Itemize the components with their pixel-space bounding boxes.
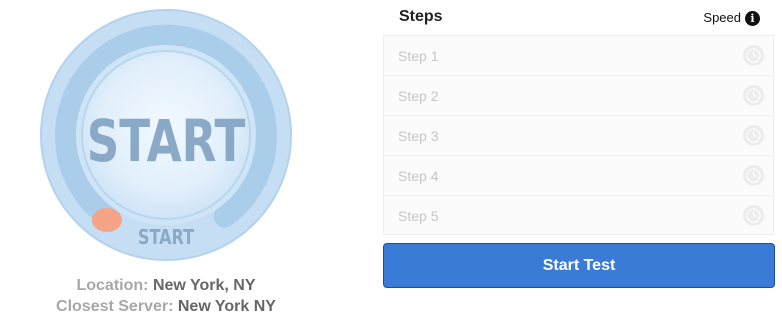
location-value: New York, NY bbox=[152, 277, 256, 294]
step-label: Step 2 bbox=[398, 88, 439, 104]
clock-icon bbox=[743, 45, 764, 66]
step-label: Step 1 bbox=[398, 48, 439, 64]
step-row-4: Step 4 bbox=[384, 156, 773, 196]
step-row-3: Step 3 bbox=[384, 116, 773, 156]
server-value: New York NY bbox=[177, 298, 276, 315]
steps-title: Steps bbox=[399, 8, 443, 25]
server-label: Closest Server: bbox=[56, 298, 174, 315]
step-row-2: Step 2 bbox=[384, 76, 773, 116]
clock-icon bbox=[743, 125, 764, 146]
steps-list: Step 1 Step 2 Step 3 Step 4 Step 5 bbox=[383, 35, 774, 235]
gauge-start-label[interactable]: START bbox=[68, 109, 265, 173]
speed-header: Speed i bbox=[690, 8, 760, 28]
step-label: Step 4 bbox=[398, 168, 439, 184]
clock-icon bbox=[743, 165, 764, 186]
location-info: Location: New York, NY bbox=[40, 276, 292, 296]
clock-icon bbox=[743, 205, 764, 226]
step-row-1: Step 1 bbox=[384, 36, 773, 76]
server-info: Closest Server: New York NY bbox=[40, 297, 292, 317]
step-label: Step 5 bbox=[398, 208, 439, 224]
step-label: Step 3 bbox=[398, 128, 439, 144]
info-icon[interactable]: i bbox=[745, 10, 760, 26]
speed-label: Speed bbox=[703, 10, 741, 25]
step-row-5: Step 5 bbox=[384, 196, 773, 236]
start-test-button[interactable]: Start Test bbox=[383, 243, 775, 288]
speed-gauge[interactable]: START START bbox=[40, 9, 292, 261]
location-label: Location: bbox=[76, 277, 149, 294]
gauge-bottom-label: START bbox=[137, 225, 195, 249]
clock-icon bbox=[743, 85, 764, 106]
